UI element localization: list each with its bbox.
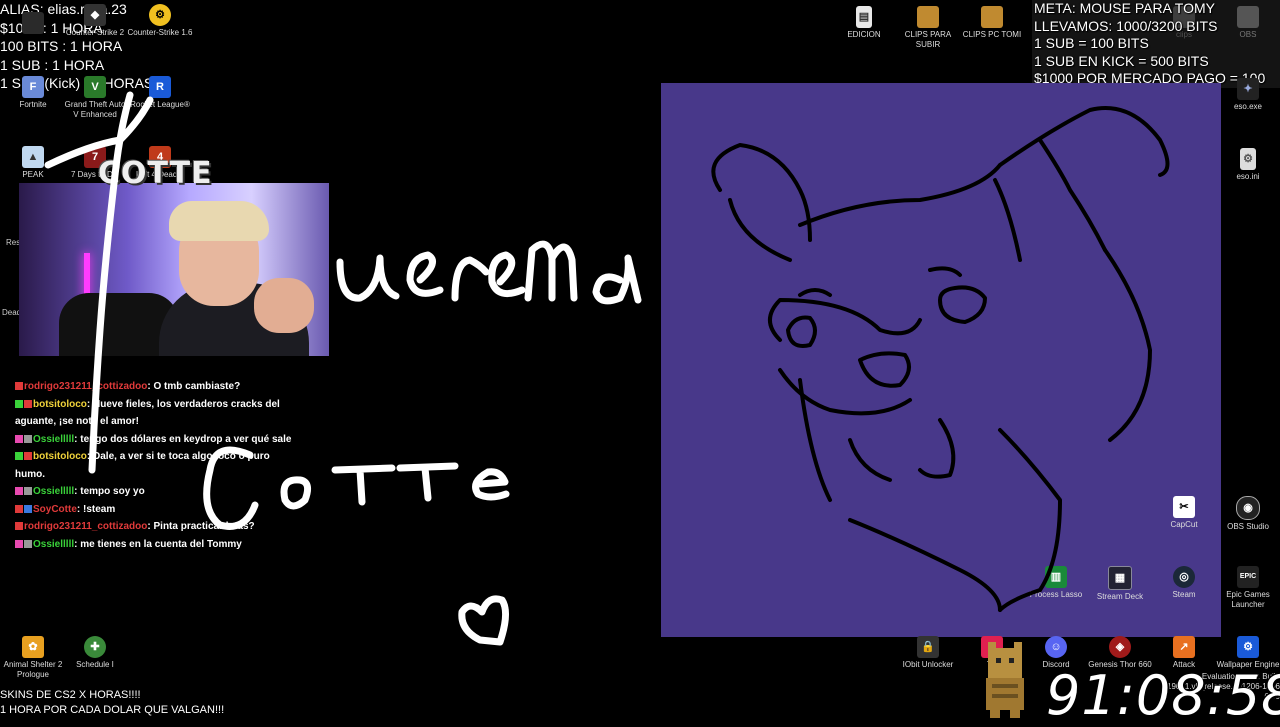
progress-line: LLEVAMOS: 1000/3200 BITS [1034, 17, 1218, 34]
badge-icon [24, 399, 32, 408]
kick-sub-value-line: 1 SUB EN KICK = 500 BITS [1034, 52, 1209, 69]
chat-message: Ossielllll: me tienes en la cuenta del T… [15, 536, 295, 554]
unlocker-icon: 🔒 [917, 636, 939, 658]
badge-icon [24, 504, 32, 513]
chat-user[interactable]: botsitoloco [33, 451, 87, 462]
sub-value-line: 1 SUB = 100 BITS [1034, 35, 1149, 51]
desktop-icon-cs2[interactable]: ◆ Counter-Strike 2 [62, 4, 128, 38]
rule-sub-line: 1 SUB : 1 HORA [0, 56, 105, 73]
badge-icon [15, 382, 23, 391]
animal-shelter-icon: ✿ [22, 636, 44, 658]
process-lasso-icon: ▥ [1045, 566, 1067, 588]
chat-user[interactable]: Ossielllll [33, 486, 74, 497]
peak-icon: ▲ [22, 146, 44, 168]
chat-text: !steam [80, 503, 116, 515]
genesis-icon: ◈ [1109, 636, 1131, 658]
desktop-icon-rocket-league[interactable]: R Rocket League® [127, 76, 193, 110]
steam-icon: ◎ [1173, 566, 1195, 588]
desktop-icon-obs-studio[interactable]: ◉ OBS Studio [1215, 496, 1280, 532]
desktop-icon-stream-deck[interactable]: ▦ Stream Deck [1087, 566, 1153, 602]
desktop-icon-iobit[interactable]: 🔒 IObit Unlocker [895, 636, 961, 670]
desktop-icon-epic[interactable]: EPIC Epic Games Launcher [1215, 566, 1280, 610]
cs16-icon: ⚙ [149, 4, 171, 26]
bottom-line-2: 1 HORA POR CADA DOLAR QUE VALGAN!!! [0, 704, 225, 716]
chat-user[interactable]: Ossielllll [33, 539, 74, 550]
chat-message: Ossielllll: tempo soy yo [15, 483, 295, 501]
streamer-name-logo: COTTE [98, 156, 213, 191]
rule-bits-line: 100 BITS : 1 HORA [0, 38, 123, 54]
chat-text: O tmb cambiaste? [150, 381, 241, 392]
badge-icon [15, 522, 23, 531]
desktop-icon-animal-shelter[interactable]: ✿ Animal Shelter 2 Prologue [0, 636, 66, 680]
badge-icon [15, 504, 23, 513]
chat-message: botsitoloco: Nueve fieles, los verdadero… [15, 398, 280, 427]
desktop-icon-steam[interactable]: ◎ Steam [1151, 566, 1217, 600]
chat-message: rodrigo231211_cottizadoo: Pinta practica… [15, 518, 295, 536]
capcut-icon: ✂ [1173, 496, 1195, 518]
cs2-icon: ◆ [84, 4, 106, 26]
pixel-cat-sprite [986, 642, 1024, 718]
badge-icon [15, 434, 23, 443]
obs-icon: ◉ [1236, 496, 1260, 520]
subathon-timer: 91:08:58 [1046, 664, 1280, 727]
desktop-icon-peak[interactable]: ▲ PEAK [0, 146, 66, 180]
chat-user[interactable]: SoyCotte [33, 504, 77, 515]
desktop-icon-fortnite[interactable]: F Fortnite [0, 76, 66, 110]
chat-message: SoyCotte: !steam [15, 501, 295, 519]
chat-message: rodrigo231211_cottizadoo: O tmb cambiast… [15, 378, 295, 396]
chat-user[interactable]: Ossielllll [33, 434, 74, 445]
badge-icon [24, 487, 32, 496]
badge-icon [24, 434, 32, 443]
stream-chat: rodrigo231211_cottizadoo: O tmb cambiast… [15, 378, 295, 553]
desktop-icon-edicion[interactable]: ▤ EDICION [831, 6, 897, 40]
wallpaper-engine-icon: ⚙ [1237, 636, 1259, 658]
folder-icon [981, 6, 1003, 28]
desktop-icon-process-lasso[interactable]: ▥ Process Lasso [1023, 566, 1089, 600]
attack-icon: ↗ [1173, 636, 1195, 658]
gear-icon: ✦ [1237, 78, 1259, 100]
desktop-icon-schedule[interactable]: ✚ Schedule I [62, 636, 128, 670]
schedule-icon: ✚ [84, 636, 106, 658]
rocket-league-icon: R [149, 76, 171, 98]
badge-icon [15, 487, 23, 496]
chat-text: me tienes en la cuenta del Tommy [77, 538, 242, 550]
discord-icon: ☺ [1045, 636, 1067, 658]
paint-canvas[interactable] [661, 83, 1221, 637]
chat-user[interactable]: rodrigo231211_cottizadoo [24, 381, 147, 392]
chat-text: Pinta practicar latas? [150, 521, 255, 532]
badge-icon [24, 452, 32, 461]
fortnite-icon: F [22, 76, 44, 98]
chat-text: tempo soy yo [77, 486, 145, 497]
stream-deck-icon: ▦ [1108, 566, 1132, 590]
webcam-feed [19, 183, 329, 356]
desktop-icon-eso-ini[interactable]: ⚙ eso.ini [1215, 148, 1280, 182]
badge-icon [15, 452, 23, 461]
badge-icon [15, 539, 23, 548]
settings-file-icon: ⚙ [1240, 148, 1256, 170]
badge-icon [15, 399, 23, 408]
folder-icon [917, 6, 939, 28]
desktop-icon-capcut[interactable]: ✂ CapCut [1151, 496, 1217, 530]
desktop-icon-blank[interactable] [0, 12, 66, 36]
chat-text: tengo dos dólares en keydrop a ver qué s… [77, 433, 292, 445]
epic-games-icon: EPIC [1237, 566, 1259, 588]
chat-user[interactable]: rodrigo231211_cottizadoo [24, 521, 147, 532]
desktop-icon-gta[interactable]: V Grand Theft Auto V Enhanced [62, 76, 128, 120]
desktop-icon-clips-pc[interactable]: CLIPS PC TOMI [959, 6, 1025, 40]
chat-message: Ossielllll: tengo dos dólares en keydrop… [15, 431, 295, 449]
bottom-line-1: SKINS DE CS2 X HORAS!!!! [0, 689, 141, 701]
chat-message: botsitoloco: Dale, a ver si te toca algo… [15, 451, 270, 480]
desktop-icon-eso-exe[interactable]: ✦ eso.exe [1215, 78, 1280, 112]
badge-icon [24, 539, 32, 548]
desktop-icon-cs16[interactable]: ⚙ Counter-Strike 1.6 [127, 4, 193, 38]
file-icon: ▤ [856, 6, 872, 28]
gta-icon: V [84, 76, 106, 98]
goal-line: META: MOUSE PARA TOMY [1034, 0, 1215, 16]
chat-user[interactable]: botsitoloco [33, 399, 87, 410]
desktop-icon-clips-subir[interactable]: CLIPS PARA SUBIR [895, 6, 961, 50]
